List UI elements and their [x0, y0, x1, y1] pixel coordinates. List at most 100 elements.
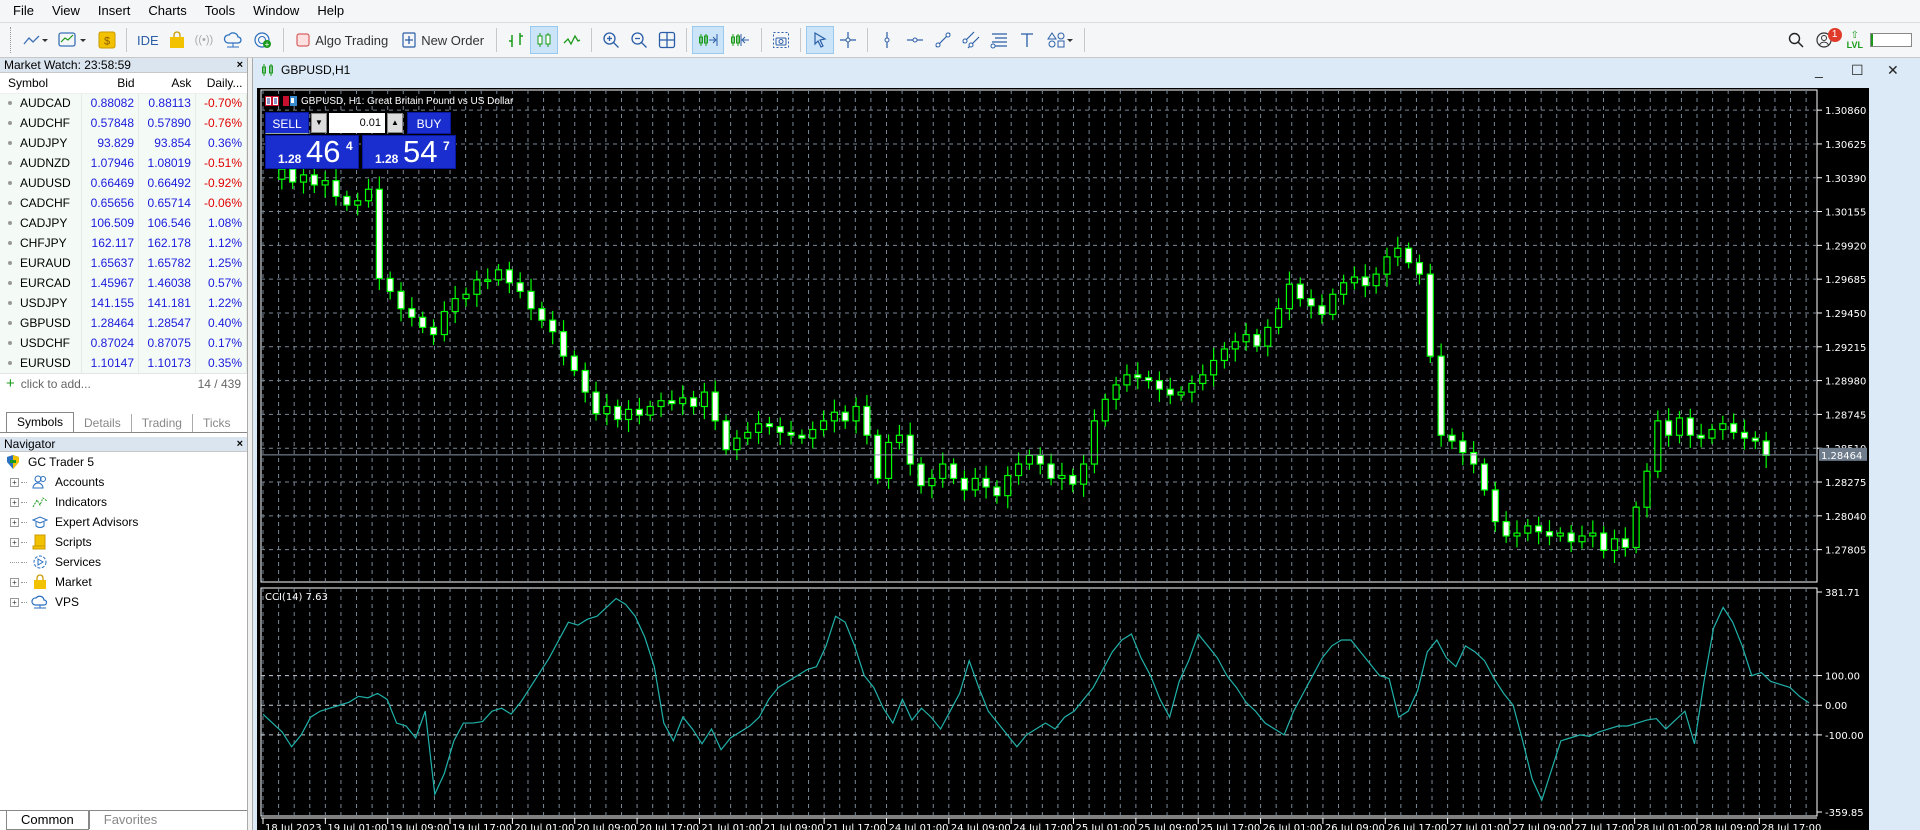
nav-item-indicators[interactable]: + Indicators — [0, 492, 247, 512]
autoscroll-icon[interactable] — [692, 26, 725, 54]
zoom-out-icon[interactable] — [625, 26, 653, 54]
dollar-icon[interactable]: $ — [93, 26, 121, 54]
sell-price[interactable]: 1.28 46 4 — [265, 134, 359, 169]
market-watch-row[interactable]: USDCHF 0.87024 0.87075 0.17% — [0, 333, 248, 353]
screenshot-icon[interactable] — [767, 26, 795, 54]
vps-cloud-icon[interactable] — [218, 26, 248, 54]
add-symbol-row[interactable]: + click to add... 14 / 439 — [0, 373, 247, 393]
vertical-line-icon[interactable] — [873, 26, 901, 54]
time-tick-label: 27 Jul 09:00 — [1512, 823, 1572, 830]
market-watch-row[interactable]: CHFJPY 162.117 162.178 1.12% — [0, 233, 248, 253]
volume-down-button[interactable]: ▼ — [311, 113, 327, 133]
close-button[interactable]: ✕ — [1887, 62, 1899, 79]
candlestick-icon[interactable] — [530, 26, 559, 54]
market-watch-row[interactable]: AUDJPY 93.829 93.854 0.36% — [0, 133, 248, 153]
volume-up-button[interactable]: ▲ — [387, 113, 403, 133]
col-symbol[interactable]: Symbol — [0, 73, 82, 94]
text-icon[interactable] — [1013, 26, 1041, 54]
new-order-button[interactable]: New Order — [395, 26, 491, 54]
menu-view[interactable]: View — [43, 0, 89, 22]
expand-icon[interactable]: + — [10, 597, 19, 607]
market-watch-row[interactable]: EURUSD 1.10147 1.10173 0.35% — [0, 353, 248, 373]
col-ask[interactable]: Ask — [138, 73, 196, 94]
expand-icon[interactable]: + — [10, 497, 19, 507]
nav-item-scripts[interactable]: + Scripts — [0, 532, 247, 552]
chart-type-dropdown[interactable] — [17, 26, 53, 54]
nav-item-vps[interactable]: + VPS — [0, 592, 247, 612]
expand-icon[interactable]: + — [10, 477, 19, 487]
market-watch-row[interactable]: AUDCAD 0.88082 0.88113 -0.70% — [0, 93, 248, 113]
new-chart-dropdown[interactable] — [53, 26, 93, 54]
chart-shift-icon[interactable] — [724, 26, 756, 54]
time-tick-label: 26 Jul 09:00 — [1325, 823, 1385, 830]
nav-item-accounts[interactable]: + Accounts — [0, 472, 247, 492]
cursor-icon[interactable] — [806, 26, 835, 54]
tab-trading[interactable]: Trading — [130, 414, 192, 432]
expand-icon[interactable]: + — [10, 537, 19, 547]
minimize-button[interactable]: _ — [1815, 62, 1823, 78]
menu-help[interactable]: Help — [308, 0, 353, 22]
market-watch-row[interactable]: AUDCHF 0.57848 0.57890 -0.76% — [0, 113, 248, 133]
equidistant-channel-icon[interactable] — [957, 26, 985, 54]
maximize-button[interactable]: ☐ — [1851, 62, 1864, 79]
volume-input[interactable]: 0.01 — [329, 113, 385, 133]
market-watch-row[interactable]: AUDNZD 1.07946 1.08019 -0.51% — [0, 153, 248, 173]
shapes-dropdown[interactable] — [1041, 26, 1079, 54]
sell-button[interactable]: SELL — [265, 112, 309, 134]
market-watch-row[interactable]: EURAUD 1.65637 1.65782 1.25% — [0, 253, 248, 273]
expand-icon[interactable]: + — [10, 517, 19, 527]
market-bag-icon[interactable] — [164, 26, 190, 54]
chart-window-scrollbar[interactable] — [1906, 88, 1920, 830]
nav-item-expert-advisors[interactable]: + Expert Advisors — [0, 512, 247, 532]
market-watch-row[interactable]: CADCHF 0.65656 0.65714 -0.06% — [0, 193, 248, 213]
menu-file[interactable]: File — [4, 0, 43, 22]
community-icon[interactable]: + — [248, 26, 278, 54]
menu-tools[interactable]: Tools — [196, 0, 244, 22]
market-watch-row[interactable]: USDJPY 141.155 141.181 1.22% — [0, 293, 248, 313]
ide-button[interactable]: IDE — [132, 26, 164, 54]
expand-icon[interactable]: + — [10, 577, 19, 587]
nav-item-services[interactable]: Services — [0, 552, 247, 572]
col-bid[interactable]: Bid — [81, 73, 139, 94]
chart-area[interactable]: 1.30860 1.30625 1.30390 1.30155 1.29920 1.296… — [257, 88, 1869, 830]
nav-root[interactable]: GC Trader 5 — [0, 452, 247, 472]
tile-windows-icon[interactable] — [653, 26, 681, 54]
navigator-close-icon[interactable]: × — [237, 437, 243, 452]
bar-chart-icon[interactable] — [502, 26, 530, 54]
toolbar-grip[interactable] — [10, 27, 13, 53]
signals-icon[interactable]: ((•)) — [190, 26, 219, 54]
zoom-in-icon[interactable] — [597, 26, 625, 54]
candle-bearish — [581, 369, 589, 393]
fibonacci-icon[interactable] — [985, 26, 1013, 54]
market-watch-row[interactable]: EURCAD 1.45967 1.46038 0.57% — [0, 273, 248, 293]
market-watch-row[interactable]: GBPUSD 1.28464 1.28547 0.40% — [0, 313, 248, 333]
menu-insert[interactable]: Insert — [89, 0, 140, 22]
col-daily[interactable]: Daily... — [195, 73, 247, 94]
crosshair-icon[interactable] — [834, 26, 862, 54]
cci-line — [262, 597, 1810, 802]
nav-item-market[interactable]: + Market — [0, 572, 247, 592]
candle-bullish — [1285, 283, 1294, 310]
market-watch-row[interactable]: AUDUSD 0.66469 0.66492 -0.92% — [0, 173, 248, 193]
line-chart-icon[interactable] — [558, 26, 586, 54]
tab-symbols[interactable]: Symbols — [6, 412, 75, 432]
tab-details[interactable]: Details — [74, 414, 131, 432]
tab-common[interactable]: Common — [6, 811, 89, 830]
trendline-icon[interactable] — [929, 26, 957, 54]
search-icon[interactable] — [1782, 26, 1810, 54]
market-watch-close-icon[interactable]: × — [237, 58, 243, 73]
buy-button[interactable]: BUY — [407, 112, 451, 134]
tab-ticks[interactable]: Ticks — [191, 414, 241, 432]
candle-bullish — [1177, 391, 1185, 396]
account-notifications-button[interactable]: 1 — [1810, 26, 1842, 54]
tab-favorites[interactable]: Favorites — [88, 811, 171, 829]
indicator-label: CCI(14) 7.63 — [265, 592, 328, 603]
menu-window[interactable]: Window — [244, 0, 308, 22]
horizontal-line-icon[interactable] — [901, 26, 929, 54]
buy-price[interactable]: 1.28 54 7 — [362, 134, 456, 169]
market-watch-row[interactable]: CADJPY 106.509 106.546 1.08% — [0, 213, 248, 233]
algo-trading-button[interactable]: Algo Trading — [289, 26, 395, 54]
candle-bullish — [830, 411, 838, 422]
menu-charts[interactable]: Charts — [139, 0, 195, 22]
price-chart[interactable]: 1.30860 1.30625 1.30390 1.30155 1.29920 1.296… — [257, 88, 1869, 830]
